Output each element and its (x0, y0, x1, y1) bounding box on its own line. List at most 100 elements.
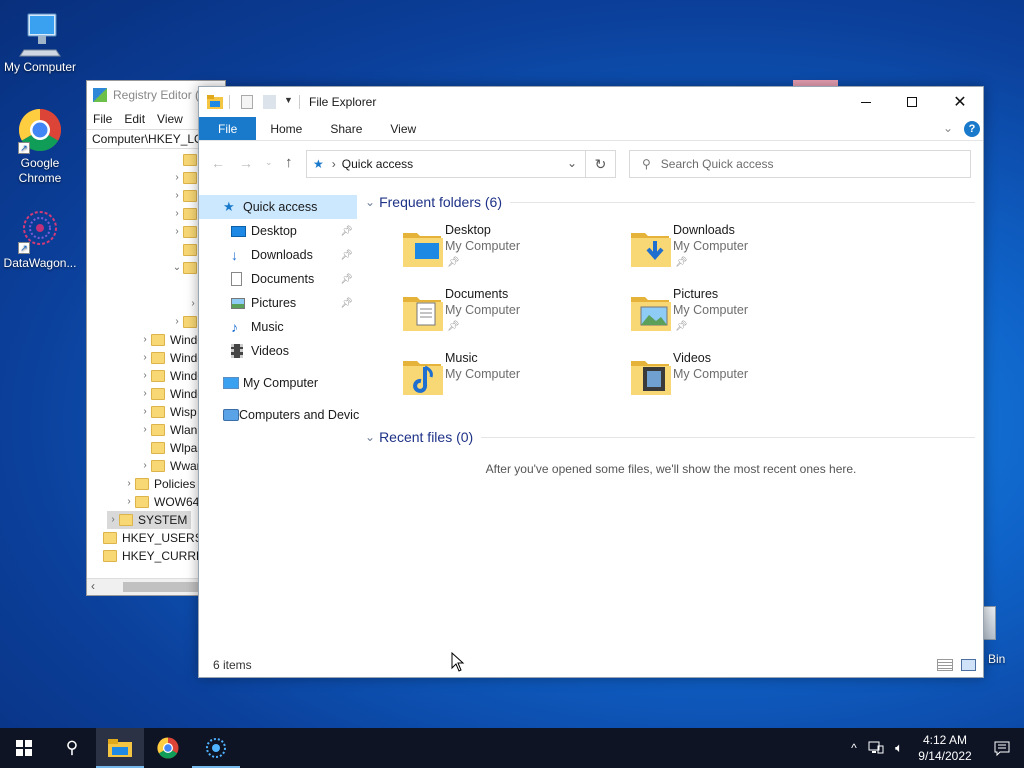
search-button[interactable]: ⚲ (48, 728, 96, 768)
details-view-icon[interactable] (937, 659, 953, 671)
desktop-icon-datawagon[interactable]: ↗ DataWagon... (0, 206, 80, 271)
taskbar-chrome[interactable] (144, 728, 192, 768)
search-box[interactable]: ⚲ Search Quick access (629, 150, 971, 178)
collapse-chevron-icon[interactable]: ⌄ (365, 430, 375, 444)
large-icons-view-icon[interactable] (961, 659, 976, 671)
frequent-folders-grid: Desktop My Computer 📌︎ Downloads My Computer… (359, 217, 983, 422)
notifications-icon[interactable] (980, 741, 1024, 756)
nav-item-pictures[interactable]: Pictures 📌︎ (199, 291, 357, 315)
nav-item-quick-access[interactable]: ★ Quick access (199, 195, 357, 219)
nav-item-desktop[interactable]: Desktop 📌︎ (199, 219, 357, 243)
forward-arrow-icon[interactable]: → (239, 155, 253, 171)
new-folder-icon[interactable] (263, 95, 276, 109)
help-icon[interactable]: ? (964, 121, 980, 137)
frequent-folders-header[interactable]: ⌄ Frequent folders (6) (359, 187, 983, 217)
expand-ribbon-icon[interactable]: ⌄ (943, 121, 953, 135)
registry-menu-view[interactable]: View (157, 112, 183, 126)
file-explorer-icon (108, 739, 132, 757)
pin-icon: 📌︎ (447, 257, 460, 268)
nav-item-label: My Computer (243, 376, 319, 390)
taskbar-file-explorer[interactable] (96, 728, 144, 768)
frequent-folder-downloads[interactable]: Downloads My Computer 📌︎ (627, 223, 847, 283)
expand-chevron-icon[interactable]: › (171, 313, 183, 331)
collapse-chevron-icon[interactable]: ⌄ (365, 195, 375, 209)
nav-item-documents[interactable]: Documents 📌︎ (199, 267, 357, 291)
show-hidden-icons-icon[interactable]: ^ (844, 741, 864, 755)
registry-tree-item[interactable]: › Policies (123, 475, 195, 493)
frequent-folder-documents[interactable]: Documents My Computer 📌︎ (399, 287, 619, 347)
expand-chevron-icon[interactable]: › (123, 493, 135, 511)
desktop-icon-recycle-bin[interactable]: Bin (984, 604, 1024, 668)
pin-icon: 📌︎ (340, 225, 353, 237)
expand-chevron-icon[interactable]: › (139, 403, 151, 421)
registry-tree-item[interactable]: › SYSTEM (107, 511, 192, 529)
expand-chevron-icon[interactable]: › (139, 331, 151, 349)
minimize-button[interactable] (843, 87, 889, 117)
expand-chevron-icon[interactable]: › (171, 187, 183, 205)
start-button[interactable] (0, 728, 48, 768)
taskbar-datawagon[interactable] (192, 728, 240, 768)
clock[interactable]: 4:12 AM 9/14/2022 (910, 732, 980, 764)
refresh-button[interactable]: ↻ (586, 150, 616, 178)
maximize-button[interactable] (889, 87, 935, 117)
expand-chevron-icon[interactable]: › (123, 475, 135, 493)
folder-icon (151, 442, 165, 454)
expand-chevron-icon[interactable]: ⌄ (171, 259, 183, 277)
frequent-folder-videos[interactable]: Videos My Computer (627, 351, 847, 411)
search-icon: ⚲ (642, 157, 651, 171)
registry-tree-item[interactable]: HKEY_USERS (91, 529, 203, 547)
frequent-folder-music[interactable]: Music My Computer (399, 351, 619, 411)
expand-chevron-icon[interactable]: › (139, 457, 151, 475)
recent-files-header[interactable]: ⌄ Recent files (0) (359, 422, 983, 452)
close-button[interactable]: ✕ (935, 87, 985, 117)
tab-file[interactable]: File (199, 117, 257, 140)
expand-chevron-icon[interactable]: › (139, 385, 151, 403)
folder-location: My Computer (673, 367, 749, 381)
expand-chevron-icon[interactable]: › (171, 169, 183, 187)
folder-name: Desktop (445, 223, 491, 237)
recent-locations-icon[interactable]: ⌄ (265, 157, 273, 168)
address-dropdown-icon[interactable]: ⌄ (567, 156, 577, 170)
desktop-icon-label: Bin (988, 652, 1006, 666)
pin-icon: 📌︎ (675, 257, 688, 268)
expand-chevron-icon[interactable]: › (107, 511, 119, 529)
scrollbar-thumb[interactable] (123, 582, 203, 592)
volume-icon[interactable]: 🔈︎ (888, 740, 910, 756)
scroll-left-icon[interactable]: ‹ (91, 579, 95, 593)
tab-view[interactable]: View (376, 117, 430, 140)
nav-item-music[interactable]: ♪ Music (199, 315, 357, 339)
folder-location: My Computer (445, 239, 521, 253)
address-bar[interactable]: ★ › Quick access ⌄ (306, 150, 586, 178)
registry-menu-edit[interactable]: Edit (124, 112, 145, 126)
network-icon[interactable] (864, 741, 888, 755)
folder-icon (629, 227, 671, 267)
pin-icon: 📌︎ (340, 297, 353, 309)
expand-chevron-icon[interactable]: › (139, 367, 151, 385)
expand-chevron-icon[interactable]: › (171, 205, 183, 223)
folder-name: Videos (673, 351, 711, 365)
desktop-icon-google-chrome[interactable]: ↗ Google Chrome (0, 106, 80, 186)
back-arrow-icon[interactable]: ← (211, 155, 225, 171)
expand-chevron-icon[interactable]: › (139, 421, 151, 439)
nav-item-my-computer[interactable]: My Computer (199, 371, 357, 395)
file-explorer-window[interactable]: ▼ File Explorer ✕ File Home Share View ⌄… (198, 86, 984, 678)
nav-item-computers-and-devic[interactable]: Computers and Devic (199, 403, 359, 427)
registry-tree-item[interactable]: › Wisp (139, 403, 197, 421)
expand-chevron-icon[interactable]: › (139, 349, 151, 367)
explorer-title-bar[interactable]: ▼ File Explorer ✕ (199, 87, 983, 117)
registry-tree: ›To›Tr›U›ViW⌄W››W›Window›Window›Window›W… (87, 151, 225, 575)
frequent-folder-pictures[interactable]: Pictures My Computer 📌︎ (627, 287, 847, 347)
properties-icon[interactable] (241, 95, 253, 109)
nav-item-videos[interactable]: Videos (199, 339, 357, 363)
tab-home[interactable]: Home (256, 117, 316, 140)
desktop-icon-my-computer[interactable]: My Computer (0, 10, 80, 75)
nav-item-downloads[interactable]: ↓ Downloads 📌︎ (199, 243, 357, 267)
frequent-folder-desktop[interactable]: Desktop My Computer 📌︎ (399, 223, 619, 283)
up-arrow-icon[interactable]: ↑ (285, 154, 293, 171)
tab-share[interactable]: Share (316, 117, 376, 140)
search-placeholder: Search Quick access (660, 157, 774, 171)
quick-access-toolbar-dropdown-icon[interactable]: ▼ (284, 95, 293, 105)
registry-tree-label: Wisp (170, 405, 197, 419)
expand-chevron-icon[interactable]: › (171, 223, 183, 241)
registry-menu-file[interactable]: File (93, 112, 112, 126)
